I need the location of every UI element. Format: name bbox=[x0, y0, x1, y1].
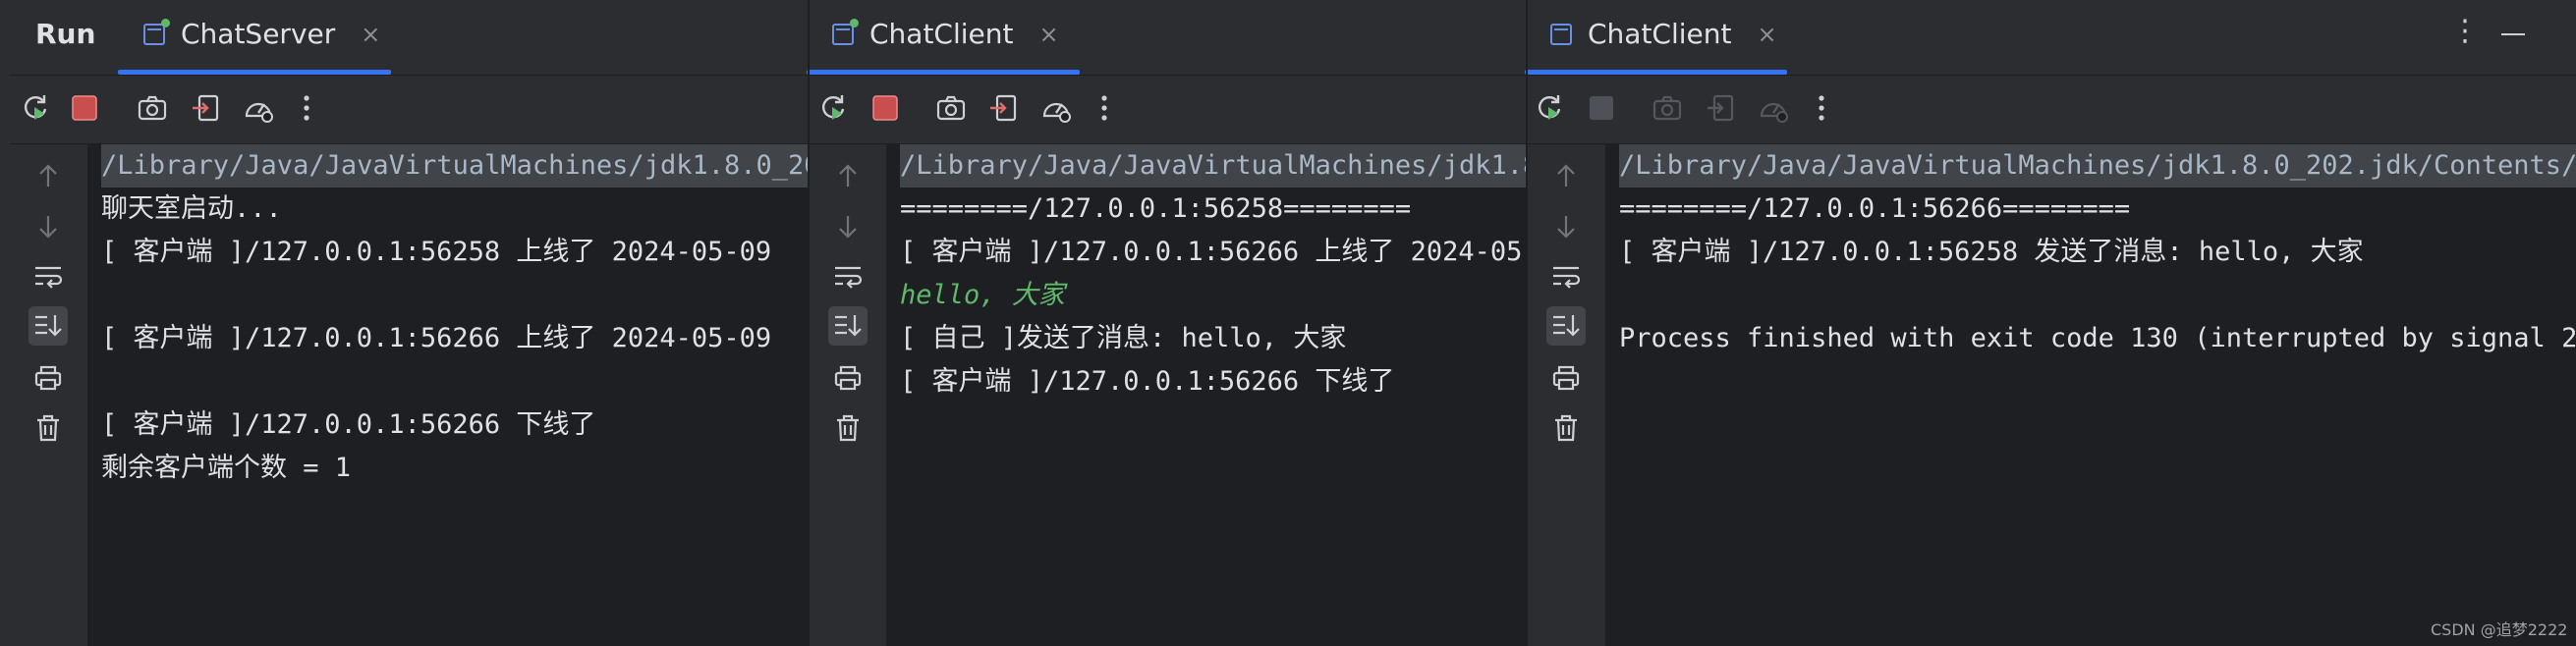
scroll-to-end-icon[interactable] bbox=[828, 306, 868, 346]
console-line: 聊天室启动... bbox=[101, 193, 282, 224]
run-toolbar bbox=[1528, 76, 2576, 144]
trash-icon[interactable] bbox=[828, 408, 868, 448]
console-output[interactable]: /Library/Java/JavaVirtualMachines/jdk1.8… bbox=[1605, 144, 2576, 646]
console-line: [ 客户端 ]/127.0.0.1:56266 下线了 bbox=[900, 366, 1395, 397]
console-line: [ 客户端 ]/127.0.0.1:56266 上线了 2024-05-09 bbox=[101, 323, 772, 353]
trash-icon[interactable] bbox=[28, 408, 68, 448]
arrow-down-icon[interactable] bbox=[1546, 207, 1586, 246]
more-options-icon[interactable]: ⋮ bbox=[2450, 14, 2480, 48]
active-tab-underline bbox=[807, 70, 1080, 75]
console-line-command: /Library/Java/JavaVirtualMachines/jdk1.8… bbox=[1619, 144, 2576, 188]
tab-label: ChatClient bbox=[869, 18, 1014, 50]
profiler-icon[interactable] bbox=[242, 91, 275, 125]
scroll-to-end-icon[interactable] bbox=[1546, 306, 1586, 346]
arrow-up-icon[interactable] bbox=[1546, 156, 1586, 195]
rerun-icon[interactable] bbox=[19, 91, 52, 125]
exit-icon bbox=[1704, 91, 1737, 125]
console-line: [ 客户端 ]/127.0.0.1:56266 上线了 2024-05-09 bbox=[900, 237, 1526, 267]
console-output[interactable]: /Library/Java/JavaVirtualMachines/jdk1.8… bbox=[886, 144, 1526, 646]
console-line: 剩余客户端个数 = 1 bbox=[101, 453, 352, 483]
close-icon[interactable]: × bbox=[1758, 21, 1777, 48]
console-output[interactable]: /Library/Java/JavaVirtualMachines/jdk1.8… bbox=[87, 144, 808, 646]
rerun-icon[interactable] bbox=[1533, 91, 1566, 125]
soft-wrap-icon[interactable] bbox=[28, 257, 68, 296]
active-tab-underline bbox=[1525, 70, 1787, 75]
console-line: [ 客户端 ]/127.0.0.1:56258 发送了消息: hello, 大家 bbox=[1619, 237, 2364, 267]
console-side-toolbar bbox=[10, 144, 87, 646]
console-run-icon bbox=[832, 18, 859, 45]
console-line-input: hello, 大家 bbox=[900, 280, 1065, 310]
arrow-up-icon[interactable] bbox=[28, 156, 68, 195]
trash-icon[interactable] bbox=[1546, 408, 1586, 448]
console-line: [ 客户端 ]/127.0.0.1:56266 下线了 bbox=[101, 409, 596, 440]
console-line: [ 自己 ]发送了消息: hello, 大家 bbox=[900, 323, 1347, 353]
console-side-toolbar bbox=[810, 144, 886, 646]
run-toolbar bbox=[10, 76, 808, 144]
camera-icon[interactable] bbox=[136, 91, 169, 125]
print-icon[interactable] bbox=[1546, 358, 1586, 398]
arrow-down-icon[interactable] bbox=[828, 207, 868, 246]
arrow-up-icon[interactable] bbox=[828, 156, 868, 195]
more-vertical-icon[interactable] bbox=[1088, 91, 1121, 125]
console-line: [ 客户端 ]/127.0.0.1:56258 上线了 2024-05-09 bbox=[101, 237, 772, 267]
minimize-icon[interactable] bbox=[2501, 33, 2525, 35]
tab-label: ChatServer bbox=[181, 18, 336, 50]
panel-chatclient-2: /Library/Java/JavaVirtualMachines/jdk1.8… bbox=[1528, 76, 2576, 646]
exit-icon[interactable] bbox=[986, 91, 1020, 125]
soft-wrap-icon[interactable] bbox=[1546, 257, 1586, 296]
panel-chatserver: /Library/Java/JavaVirtualMachines/jdk1.8… bbox=[10, 76, 808, 646]
print-icon[interactable] bbox=[28, 358, 68, 398]
more-vertical-icon[interactable] bbox=[290, 91, 323, 125]
tab-label: ChatClient bbox=[1588, 18, 1732, 50]
soft-wrap-icon[interactable] bbox=[828, 257, 868, 296]
run-toolbar bbox=[810, 76, 1526, 144]
close-icon[interactable]: × bbox=[1039, 21, 1059, 48]
console-run-icon bbox=[143, 18, 170, 45]
stop-icon bbox=[1585, 91, 1618, 125]
run-title: Run bbox=[35, 18, 96, 50]
stop-icon[interactable] bbox=[868, 91, 902, 125]
left-edge-strip bbox=[0, 0, 10, 646]
close-icon[interactable]: × bbox=[361, 21, 380, 48]
print-icon[interactable] bbox=[828, 358, 868, 398]
watermark: CSDN @追梦2222 bbox=[2431, 620, 2568, 639]
console-line-command: /Library/Java/JavaVirtualMachines/jdk1.8… bbox=[900, 144, 1526, 188]
profiler-icon[interactable] bbox=[1039, 91, 1073, 125]
more-vertical-icon[interactable] bbox=[1805, 91, 1838, 125]
stop-icon[interactable] bbox=[68, 91, 101, 125]
camera-icon bbox=[1651, 91, 1684, 125]
console-line: ========/127.0.0.1:56266======== bbox=[1619, 193, 2131, 224]
console-side-toolbar bbox=[1528, 144, 1605, 646]
profiler-icon bbox=[1757, 91, 1790, 125]
arrow-down-icon[interactable] bbox=[28, 207, 68, 246]
active-tab-underline bbox=[118, 70, 391, 75]
tab-chatserver[interactable]: ChatServer × bbox=[118, 0, 391, 75]
tab-chatclient-1[interactable]: ChatClient × bbox=[807, 0, 1080, 75]
panel-chatclient-1: /Library/Java/JavaVirtualMachines/jdk1.8… bbox=[810, 76, 1526, 646]
scroll-to-end-icon[interactable] bbox=[28, 306, 68, 346]
camera-icon[interactable] bbox=[934, 91, 968, 125]
tab-chatclient-2[interactable]: ChatClient × bbox=[1525, 0, 1787, 75]
exit-icon[interactable] bbox=[189, 91, 222, 125]
run-tool-window-header: Run ChatServer × ChatClient × ChatClient… bbox=[10, 0, 2576, 76]
console-line-exit: Process finished with exit code 130 (int… bbox=[1619, 323, 2576, 353]
console-icon bbox=[1550, 23, 1572, 45]
rerun-icon[interactable] bbox=[816, 91, 850, 125]
console-line: ========/127.0.0.1:56258======== bbox=[900, 193, 1412, 224]
console-line-command: /Library/Java/JavaVirtualMachines/jdk1.8… bbox=[101, 144, 808, 188]
